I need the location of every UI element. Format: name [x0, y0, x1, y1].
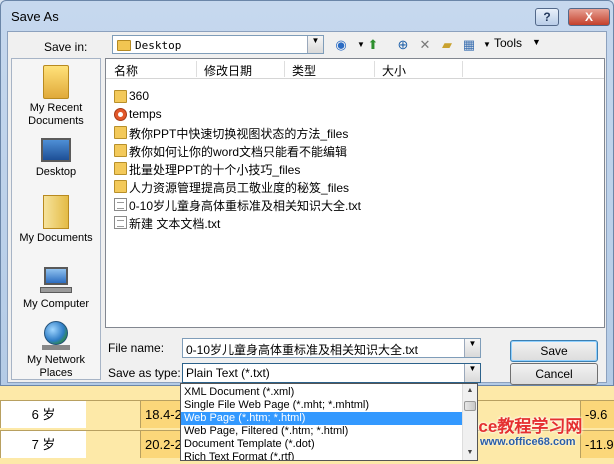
sheet-cell-right: -11.9: [580, 431, 614, 458]
place-label: Desktop: [35, 166, 77, 178]
views-icon[interactable]: ▦: [460, 36, 478, 54]
file-item-folder[interactable]: 教你如何让你的word文档只能看不能编辑: [114, 142, 594, 160]
tools-button[interactable]: Tools: [494, 36, 522, 50]
sheet-cell-right: -9.6: [580, 401, 614, 428]
file-name-value: 0-10岁儿童身高体重标准及相关知识大全.txt: [186, 343, 419, 357]
chevron-down-icon[interactable]: ▼: [464, 364, 480, 382]
place-label: My Documents: [19, 232, 93, 244]
save-in-combo[interactable]: Desktop ▼: [112, 35, 324, 54]
desktop-folder-icon: [117, 40, 131, 51]
save-as-type-select[interactable]: Plain Text (*.txt) ▼: [182, 363, 481, 383]
text-file-icon: [114, 198, 127, 211]
search-web-icon[interactable]: ⊕: [394, 36, 412, 54]
column-header: 名称 修改日期 类型 大小: [106, 59, 604, 79]
column-divider[interactable]: [196, 61, 197, 77]
watermark-url: www.office68.com: [480, 436, 576, 448]
delete-icon[interactable]: ✕: [416, 36, 434, 54]
place-label: My Recent Documents: [28, 102, 84, 127]
file-item-text[interactable]: 0-10岁儿童身高体重标准及相关知识大全.txt: [114, 196, 594, 214]
dropdown-option[interactable]: XML Document (*.xml): [181, 386, 463, 399]
file-item-text[interactable]: 新建 文本文档.txt: [114, 214, 594, 232]
network-icon: [40, 321, 72, 351]
column-name[interactable]: 名称: [114, 62, 138, 79]
up-folder-icon[interactable]: ⬆: [364, 36, 382, 54]
sheet-cell-range: 20.2-2: [140, 431, 180, 458]
sheet-cell-range: 18.4-2: [140, 401, 180, 428]
cancel-button[interactable]: Cancel: [510, 363, 598, 385]
desktop-icon: [41, 138, 71, 162]
save-as-type-label: Save as type:: [108, 366, 181, 380]
folder-icon: [114, 144, 127, 157]
dropdown-option[interactable]: Rich Text Format (*.rtf): [181, 451, 463, 460]
dropdown-option[interactable]: Single File Web Page (*.mht; *.mhtml): [181, 399, 463, 412]
folder-icon: [114, 126, 127, 139]
my-documents-icon: [43, 195, 69, 229]
folder-icon: [114, 180, 127, 193]
place-label: My Computer: [22, 298, 90, 310]
column-divider[interactable]: [374, 61, 375, 77]
place-label: My Network Places: [26, 354, 86, 379]
sheet-cell-age: 7 岁: [0, 431, 86, 458]
help-button[interactable]: ?: [535, 8, 559, 26]
save-as-type-dropdown[interactable]: XML Document (*.xml) Single File Web Pag…: [180, 383, 478, 461]
save-as-type-value: Plain Text (*.txt): [186, 366, 270, 380]
computer-icon: [40, 267, 72, 295]
file-item-name: 新建 文本文档.txt: [129, 217, 221, 231]
file-item-folder[interactable]: 人力资源管理提高员工敬业度的秘笈_files: [114, 178, 594, 196]
chevron-down-icon[interactable]: ▼: [307, 36, 323, 53]
file-item-folder[interactable]: 教你PPT中快速切换视图状态的方法_files: [114, 124, 594, 142]
file-name-label: File name:: [108, 341, 165, 355]
file-item-folder[interactable]: 批量处理PPT的十个小技巧_files: [114, 160, 594, 178]
office-icon: [114, 108, 127, 121]
places-bar: My Recent Documents Desktop My Documents…: [11, 58, 101, 380]
column-divider[interactable]: [462, 61, 463, 77]
dialog-body: Save in: Desktop ▼ ◉ ▼ ⬆ ⊕ ✕ ▰ ▦ ▼ Tools…: [7, 31, 607, 385]
dropdown-option[interactable]: Document Template (*.dot): [181, 438, 463, 451]
scroll-down-icon[interactable]: ▼: [463, 446, 477, 460]
file-item-name: 教你PPT中快速切换视图状态的方法_files: [129, 127, 349, 141]
dropdown-option[interactable]: Web Page, Filtered (*.htm; *.html): [181, 425, 463, 438]
column-size[interactable]: 大小: [382, 62, 406, 79]
place-my-computer[interactable]: My Computer: [12, 265, 100, 311]
save-in-value: Desktop: [135, 39, 182, 52]
file-item-office[interactable]: temps: [114, 106, 594, 124]
column-type[interactable]: 类型: [292, 62, 316, 79]
place-my-network-places[interactable]: My Network Places: [12, 321, 100, 380]
file-item-name: 360: [129, 89, 150, 103]
new-folder-icon[interactable]: ▰: [438, 36, 456, 54]
file-item-name: 教你如何让你的word文档只能看不能编辑: [129, 145, 348, 159]
save-as-dialog: Save As ? X Save in: Desktop ▼ ◉ ▼ ⬆ ⊕ ✕…: [0, 0, 614, 386]
title-bar[interactable]: Save As ? X: [1, 1, 613, 31]
sheet-cell-age: 6 岁: [0, 401, 86, 428]
column-divider[interactable]: [284, 61, 285, 77]
back-icon[interactable]: ◉: [332, 36, 350, 54]
scroll-thumb[interactable]: [464, 401, 476, 411]
save-button[interactable]: Save: [510, 340, 598, 362]
file-list[interactable]: 名称 修改日期 类型 大小 360 temps 教你PPT中快速切换视图状态的方…: [105, 58, 605, 328]
place-desktop[interactable]: Desktop: [12, 133, 100, 179]
place-my-documents[interactable]: My Documents: [12, 195, 100, 245]
column-modified[interactable]: 修改日期: [204, 62, 252, 79]
file-name-field[interactable]: 0-10岁儿童身高体重标准及相关知识大全.txt ▼: [182, 338, 481, 358]
scroll-up-icon[interactable]: ▲: [463, 384, 477, 398]
tools-dropdown-icon[interactable]: ▼: [532, 37, 541, 47]
dropdown-option-selected[interactable]: Web Page (*.htm; *.html): [181, 412, 463, 425]
folder-icon: [114, 162, 127, 175]
save-in-label: Save in:: [44, 40, 88, 54]
file-item-name: 0-10岁儿童身高体重标准及相关知识大全.txt: [129, 199, 362, 213]
text-file-icon: [114, 216, 127, 229]
dropdown-scrollbar[interactable]: ▲ ▼: [462, 384, 477, 460]
chevron-down-icon[interactable]: ▼: [464, 339, 480, 357]
file-item-name: 人力资源管理提高员工敬业度的秘笈_files: [129, 181, 350, 195]
file-item-folder[interactable]: 360: [114, 88, 594, 106]
close-button[interactable]: X: [568, 8, 610, 26]
folder-icon: [114, 90, 127, 103]
file-item-name: temps: [129, 107, 162, 121]
window-title: Save As: [11, 9, 59, 24]
recent-folder-icon: [43, 65, 69, 99]
file-item-name: 批量处理PPT的十个小技巧_files: [129, 163, 301, 177]
place-my-recent-documents[interactable]: My Recent Documents: [12, 65, 100, 128]
